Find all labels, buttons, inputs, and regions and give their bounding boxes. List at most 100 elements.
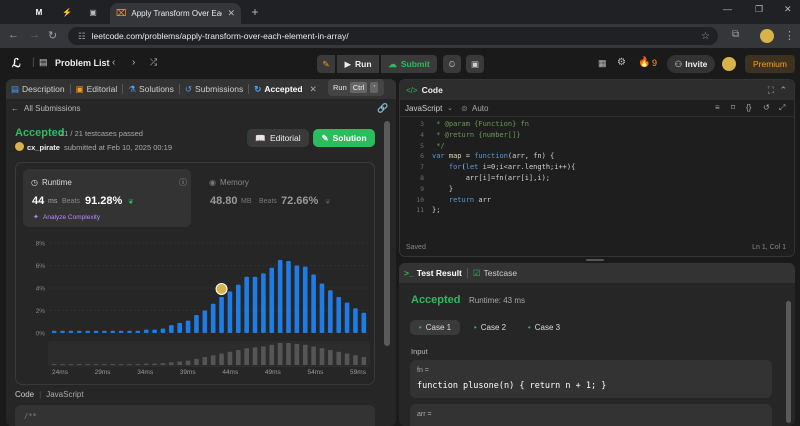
debug-icon[interactable]: ✎ xyxy=(317,55,335,73)
list-icon[interactable]: ▤ xyxy=(39,57,48,68)
tab-editorial[interactable]: ▣ Editorial xyxy=(71,84,123,95)
pinned-tab-1[interactable]: M xyxy=(28,3,50,21)
address-bar[interactable]: ☷ leetcode.com/problems/apply-transform-… xyxy=(68,27,718,45)
pinned-tab-2[interactable]: ⚡ xyxy=(56,3,78,21)
histogram-bar xyxy=(135,330,141,333)
tab-accepted[interactable]: ↻ Accepted ✕ xyxy=(249,84,322,95)
info-icon[interactable]: ⓘ xyxy=(179,177,187,188)
histogram-bar xyxy=(177,322,183,333)
reset-icon[interactable]: ↺ xyxy=(763,103,770,112)
tab-testcase[interactable]: ☑ Testcase xyxy=(468,268,522,279)
leetcode-logo-icon[interactable]: ℒ xyxy=(12,56,21,70)
case-2-tab[interactable]: • Case 2 xyxy=(465,320,515,335)
format-icon[interactable]: ≡ xyxy=(715,103,720,112)
analyze-complexity-link[interactable]: Analyze Complexity xyxy=(43,214,100,221)
premium-button[interactable]: Premium xyxy=(745,55,795,73)
solution-button[interactable]: ✎ Solution xyxy=(313,129,375,147)
layout-icon[interactable]: ▦ xyxy=(598,58,607,69)
braces-icon[interactable]: {} xyxy=(746,103,751,112)
runtime-beats-value: 91.28% xyxy=(85,195,123,207)
code-editor[interactable]: 3 * @param {Function} fn 4 * @return {num… xyxy=(400,117,794,237)
histogram-bar xyxy=(76,330,82,333)
overview-bar xyxy=(344,353,350,365)
case-3-tab[interactable]: • Case 3 xyxy=(519,320,569,335)
collapse-icon[interactable]: ⌃ xyxy=(779,85,787,96)
active-browser-tab[interactable]: ⌧ Apply Transform Over Each Elem ✕ xyxy=(110,3,241,24)
histogram-bar xyxy=(294,265,300,333)
maximize-icon[interactable]: ⛶ xyxy=(768,85,774,96)
stats-container: ◷ Runtime ⓘ 44 ms Beats 91.28% ❦ ✦ Analy… xyxy=(15,162,375,385)
panel-resize-handle[interactable] xyxy=(586,259,604,261)
autocomplete-label[interactable]: Auto xyxy=(472,104,488,113)
chevron-down-icon[interactable]: ⌄ xyxy=(447,104,453,112)
streak-fire-icon[interactable]: 🔥 xyxy=(638,57,650,68)
timer-icon[interactable]: ⏲ xyxy=(443,55,461,73)
bookmark-star-icon[interactable]: ☆ xyxy=(701,31,710,42)
restore-icon[interactable]: ❐ xyxy=(755,4,763,15)
code-line: for(let i=0;i<arr.length;i++){ xyxy=(448,163,576,172)
invite-button[interactable]: ⚇ Invite xyxy=(667,55,715,73)
overview-bar xyxy=(328,350,333,365)
runtime-card[interactable]: ◷ Runtime ⓘ 44 ms Beats 91.28% ❦ ✦ Analy… xyxy=(23,169,191,227)
run-button[interactable]: ▶ Run xyxy=(337,55,379,73)
overview-bar xyxy=(194,358,199,365)
fullscreen-icon[interactable]: ⤢ xyxy=(779,103,785,113)
forward-icon[interactable]: → xyxy=(29,29,40,41)
submit-button[interactable]: ☁ Submit xyxy=(381,55,437,73)
pinned-tab-3[interactable]: ▣ xyxy=(82,3,104,21)
memory-unit: MB xyxy=(241,198,252,205)
reload-icon[interactable]: ↻ xyxy=(48,29,57,42)
shuffle-icon[interactable]: ⤮ xyxy=(150,57,157,68)
code-brackets-icon: </> xyxy=(406,85,418,95)
close-window-icon[interactable]: ✕ xyxy=(784,4,792,15)
settings-gear-icon[interactable]: ⚙ xyxy=(617,57,626,68)
pinned-tab-3-label: ▣ xyxy=(89,7,97,17)
overview-bar xyxy=(219,353,224,365)
overview-bar xyxy=(302,344,308,365)
histogram-bar xyxy=(261,273,266,333)
minimize-icon[interactable]: — xyxy=(723,4,732,14)
back-icon[interactable]: ← xyxy=(8,29,19,41)
test-scrollbar[interactable] xyxy=(786,301,791,423)
code-line: var map = function(arr, fn) { xyxy=(432,152,555,161)
left-scrollbar[interactable] xyxy=(384,121,390,346)
code-line: }; xyxy=(432,206,441,215)
extensions-icon[interactable]: ⧉ xyxy=(732,29,739,40)
tab-test-result[interactable]: >_ Test Result xyxy=(399,268,467,278)
problem-list-link[interactable]: Problem List xyxy=(55,58,110,68)
book-icon: 📖 xyxy=(255,132,266,143)
close-tab-icon[interactable]: ✕ xyxy=(227,8,235,19)
overview-bar xyxy=(85,364,90,366)
overview-bar xyxy=(185,360,191,365)
memory-card[interactable]: ◉ Memory 48.80 MB Beats 72.66% ❦ xyxy=(201,169,369,227)
histogram-bar xyxy=(286,261,291,333)
editorial-button[interactable]: 📖 Editorial xyxy=(247,129,309,147)
x-tick-label: 24ms xyxy=(52,369,69,376)
line-number: 3 xyxy=(420,120,424,128)
submitter-name[interactable]: cx_pirate xyxy=(27,143,60,152)
checkbox-icon: ☑ xyxy=(472,267,481,278)
tab-description[interactable]: ▤ Description xyxy=(6,84,70,95)
new-tab-button[interactable]: + xyxy=(244,3,266,21)
input-label: Input xyxy=(411,347,428,356)
close-tab-icon[interactable]: ✕ xyxy=(310,84,317,95)
share-link-icon[interactable]: 🔗 xyxy=(377,103,388,114)
case-1-tab[interactable]: • Case 1 xyxy=(410,320,460,335)
histogram-bar xyxy=(93,330,99,333)
prev-problem-icon[interactable]: ‹ xyxy=(112,57,115,68)
browser-menu-icon[interactable]: ⋮ xyxy=(784,29,795,42)
site-info-icon[interactable]: ☷ xyxy=(78,31,86,42)
bookmark-icon[interactable]: ⌑ xyxy=(731,103,735,112)
next-problem-icon[interactable]: › xyxy=(132,57,135,68)
user-avatar[interactable] xyxy=(722,57,736,71)
language-select[interactable]: JavaScript xyxy=(405,104,442,113)
all-submissions-link[interactable]: ← All Submissions xyxy=(11,104,80,113)
tab-submissions[interactable]: ↺ Submissions xyxy=(180,84,248,95)
profile-avatar[interactable] xyxy=(760,29,774,43)
notes-icon[interactable]: ▣ xyxy=(466,55,484,73)
histogram-bar xyxy=(319,283,325,333)
tab-solutions[interactable]: ⚗ Solutions xyxy=(123,84,179,95)
overview-bar xyxy=(160,363,166,365)
overview-bar xyxy=(294,343,300,365)
code-line: } xyxy=(432,184,454,193)
